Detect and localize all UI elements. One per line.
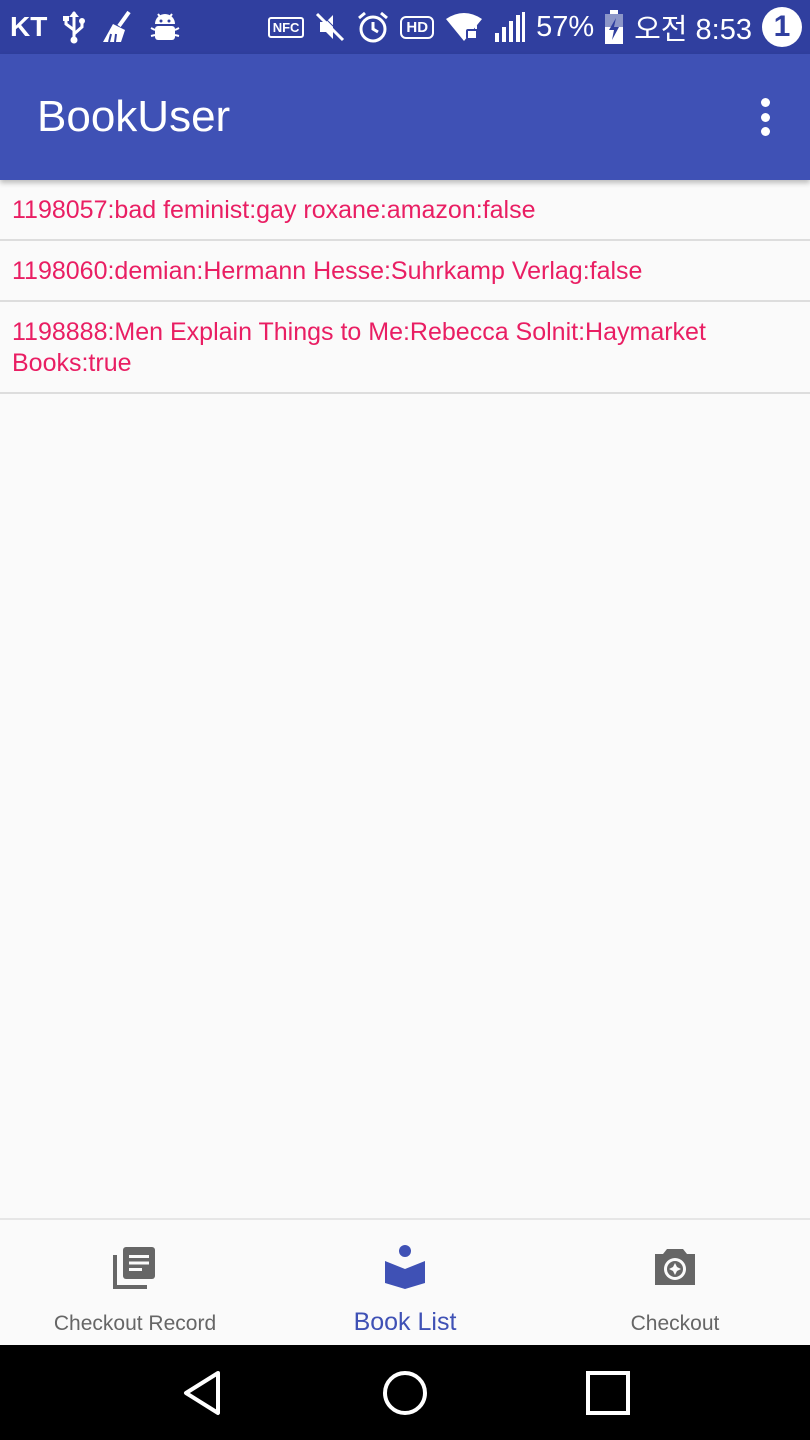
nav-label-book-list: Book List [353, 1308, 457, 1336]
more-vert-icon [760, 98, 770, 107]
nav-item-book-list[interactable]: Book List [270, 1220, 540, 1345]
library-books-icon [110, 1242, 160, 1292]
carrier-label: KT [10, 11, 48, 42]
recent-apps-icon[interactable] [578, 1363, 638, 1423]
camera-icon [650, 1242, 700, 1292]
usb-icon [61, 10, 87, 44]
list-item[interactable]: 1198060:demian:Hermann Hesse:Suhrkamp Ve… [0, 241, 810, 302]
battery-charging-icon [604, 9, 624, 45]
mute-icon [314, 11, 346, 43]
alarm-icon [356, 10, 390, 44]
more-vert-dot [760, 127, 770, 136]
clock: 오전 8:53 [634, 14, 752, 46]
status-bar-left: KT [10, 10, 181, 44]
home-icon[interactable] [375, 1363, 435, 1423]
more-vert-dot [760, 112, 770, 122]
nav-label-checkout-record: Checkout Record [53, 1312, 217, 1335]
app-bar: BookUser [0, 54, 810, 180]
list-item[interactable]: 1198888:Men Explain Things to Me:Rebecca… [0, 302, 810, 394]
nav-item-checkout-record[interactable]: Checkout Record [0, 1220, 270, 1345]
cleaner-broom-icon [101, 10, 135, 44]
status-bar-right: NFC HD 57% 오전 8:53 1 [267, 6, 802, 48]
list-item[interactable]: 1198057:bad feminist:gay roxane:amazon:f… [0, 180, 810, 241]
status-bar: KT NFC HD 57% 오전 8:53 1 [0, 0, 810, 54]
overflow-menu-button[interactable] [750, 94, 780, 140]
hd-voice-icon: HD [400, 15, 435, 39]
system-navigation-bar [0, 1345, 810, 1440]
back-icon[interactable] [172, 1363, 232, 1423]
battery-percent: 57% [536, 10, 595, 43]
wifi-icon [444, 11, 484, 43]
app-title: BookUser [37, 92, 231, 141]
signal-icon [494, 11, 526, 43]
nav-item-checkout[interactable]: Checkout [540, 1220, 810, 1345]
nav-label-checkout: Checkout [630, 1312, 720, 1335]
book-list: 1198057:bad feminist:gay roxane:amazon:f… [0, 180, 810, 394]
bottom-navigation: Checkout Record Book List Checkout [0, 1218, 810, 1345]
nfc-icon: NFC [267, 16, 305, 38]
book-reader-icon [380, 1242, 430, 1292]
notification-count-badge: 1 [762, 7, 802, 47]
android-debug-icon [149, 10, 181, 44]
